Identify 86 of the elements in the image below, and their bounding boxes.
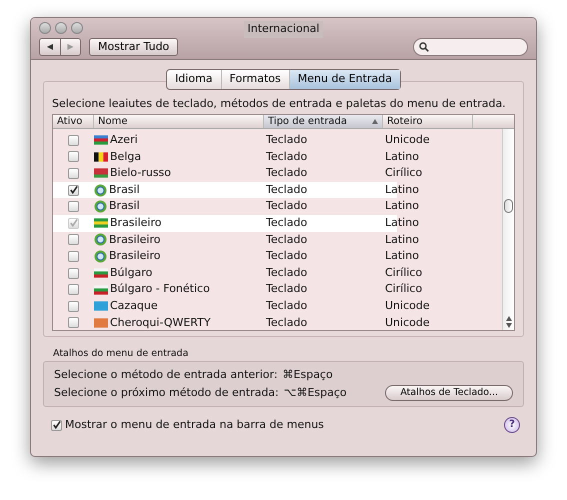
- table-cell-text: Búlgaro: [110, 264, 152, 281]
- table-cell-text: Teclado: [265, 198, 308, 214]
- flag-icon: [94, 218, 108, 228]
- table-cell: Cheroqui-QWERTY: [110, 314, 211, 330]
- instructions-text: Selecione leaiutes de teclado, métodos de entrada e paletas do menu de entrada.: [52, 96, 507, 112]
- table-cell-text: Brasileiro: [110, 215, 162, 232]
- flag-icon: [94, 301, 108, 312]
- table-cell-text: Teclado: [265, 182, 308, 198]
- table-cell-text: Brasil: [109, 182, 140, 198]
- globe-icon: [94, 184, 107, 197]
- table-cell-text: Cirílico: [384, 281, 424, 298]
- checkbox[interactable]: [51, 420, 62, 430]
- table-cell-text: Teclado: [265, 215, 308, 232]
- table-cell-text: Teclado: [265, 281, 308, 298]
- flag-icon: [94, 152, 108, 162]
- table-cell-text: Latino: [384, 232, 420, 248]
- table-cell-text: Cirílico: [384, 165, 424, 182]
- checkbox[interactable]: [68, 201, 79, 212]
- checkbox[interactable]: [68, 134, 79, 146]
- table-cell-text: Belga: [110, 148, 142, 165]
- table-cell-text: Brasileiro: [109, 232, 160, 248]
- checkbox[interactable]: [68, 268, 79, 279]
- table-cell-text: Unicode: [384, 298, 431, 314]
- shortcut-label: Selecione o próximo método de entrada:: [54, 384, 279, 400]
- globe-icon: [94, 200, 107, 214]
- table-cell-text: Unicode: [384, 314, 431, 330]
- checkbox[interactable]: [68, 317, 79, 328]
- flag-icon: [94, 268, 108, 278]
- checkbox[interactable]: [68, 184, 79, 196]
- scroll-up-arrow[interactable]: [506, 316, 512, 321]
- flag-icon: [94, 135, 108, 146]
- checkbox[interactable]: [68, 151, 79, 162]
- table-cell-text: Teclado: [265, 148, 308, 165]
- show-all-button[interactable]: Mostrar Tudo: [89, 38, 178, 56]
- checkbox[interactable]: [68, 234, 79, 246]
- column-header[interactable]: Ativo: [53, 115, 94, 128]
- table-cell-text: Cazaque: [110, 298, 158, 314]
- flag-icon: [94, 284, 108, 295]
- table-cell-text: Latino: [384, 198, 420, 214]
- group-title: Atalhos do menu de entrada: [52, 346, 190, 360]
- table-cell-text: Teclado: [265, 165, 308, 182]
- table-cell-text: Cirílico: [384, 264, 424, 281]
- scroll-thumb[interactable]: [504, 199, 513, 213]
- search-icon: [419, 42, 429, 52]
- table-cell-text: Latino: [384, 215, 420, 232]
- scrollbar[interactable]: [502, 129, 514, 330]
- table-cell-text: Teclado: [265, 132, 308, 148]
- table-cell-text: Búlgaro - Fonético: [110, 281, 210, 298]
- table-cell-text: Latino: [384, 248, 420, 264]
- table-cell-text: Teclado: [265, 314, 308, 330]
- column-header[interactable]: Roteiro: [383, 115, 473, 128]
- table-cell-text: Teclado: [265, 264, 308, 281]
- tab[interactable]: Menu de Entrada: [288, 70, 400, 88]
- zoom-button[interactable]: [71, 22, 83, 34]
- checkbox-label[interactable]: Mostrar o menu de entrada na barra de menus: [65, 416, 324, 434]
- table-cell-text: Bielo-russo: [110, 165, 172, 182]
- table-cell-text: Latino: [384, 182, 420, 198]
- scroll-down-arrow[interactable]: [506, 323, 512, 328]
- close-button[interactable]: [39, 22, 51, 34]
- table-cell-text: Azeri: [110, 132, 138, 148]
- shortcut-label: Selecione o método de entrada anterior:: [54, 366, 278, 382]
- globe-icon: [94, 250, 107, 263]
- table-cell-text: Teclado: [265, 232, 308, 248]
- search-field[interactable]: [413, 38, 528, 56]
- checkbox[interactable]: [68, 284, 79, 296]
- table-cell-text: Unicode: [384, 132, 431, 148]
- table-cell-text: Teclado: [265, 248, 308, 264]
- table-cell-text: Teclado: [265, 298, 308, 314]
- checkbox[interactable]: [68, 250, 79, 262]
- keyboard-shortcuts-button[interactable]: Atalhos de Teclado...: [385, 384, 513, 401]
- checkbox[interactable]: [68, 168, 79, 179]
- column-header[interactable]: Tipo de entrada: [264, 115, 383, 128]
- table-cell-text: Latino: [384, 148, 420, 165]
- tab[interactable]: Idioma: [167, 70, 221, 88]
- shortcut-keys: ⌘Espaço: [282, 366, 333, 383]
- globe-icon: [94, 233, 107, 246]
- checkbox[interactable]: [68, 300, 79, 312]
- back-button[interactable]: ◀: [40, 39, 60, 55]
- table-cell-text: Brasileiro: [109, 248, 160, 264]
- flag-icon: [94, 318, 108, 328]
- help-button[interactable]: ?: [504, 417, 520, 433]
- flag-icon: [94, 168, 108, 178]
- window-title: Internacional: [244, 21, 324, 38]
- minimize-button[interactable]: [55, 22, 67, 34]
- table-cell-text: Brasil: [109, 198, 140, 214]
- shortcut-keys: ⌥⌘Espaço: [284, 384, 347, 401]
